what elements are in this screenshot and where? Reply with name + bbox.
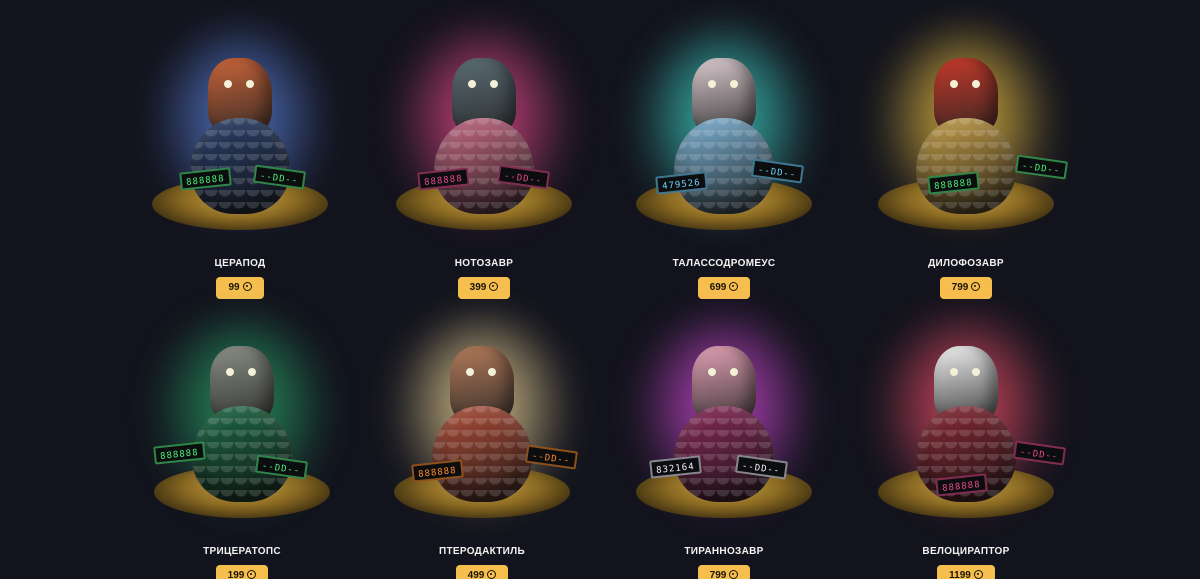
- case-card-talassodromeus[interactable]: 479526 --DD-- ТАЛАССОДРОМЕУС 699: [614, 28, 834, 299]
- dragon-egg: [916, 118, 1016, 214]
- counter-left: 888888: [927, 171, 980, 195]
- case-price-button[interactable]: 99: [216, 277, 264, 299]
- counter-left: 888888: [411, 459, 464, 483]
- price-value: 799: [709, 570, 727, 579]
- case-price-button[interactable]: 499: [455, 565, 509, 579]
- coin-icon: [247, 570, 257, 579]
- case-image: 888888 --DD--: [374, 28, 594, 248]
- case-image: 888888 --DD--: [132, 316, 352, 536]
- case-title: ТРИЦЕРАТОПС: [203, 546, 281, 557]
- coin-icon: [729, 282, 739, 291]
- dragon-egg: [432, 406, 532, 502]
- price-value: 199: [227, 570, 245, 579]
- price-value: 1199: [949, 570, 971, 579]
- case-price-button[interactable]: 699: [697, 277, 751, 299]
- case-card-dilofozavr[interactable]: 888888 --DD-- ДИЛОФОЗАВР 799: [856, 28, 1076, 299]
- counter-left: 888888: [935, 473, 988, 497]
- case-price-button[interactable]: 199: [215, 565, 269, 579]
- case-card-velociraptor[interactable]: 888888 --DD-- ВЕЛОЦИРАПТОР 1199: [856, 316, 1076, 579]
- coin-icon: [489, 282, 499, 291]
- case-price-button[interactable]: 399: [457, 277, 511, 299]
- counter-left: 888888: [417, 167, 470, 191]
- case-card-tyrannosaurus[interactable]: 832164 --DD-- ТИРАННОЗАВР 799: [614, 316, 834, 579]
- price-value: 799: [951, 282, 969, 293]
- case-price-button[interactable]: 799: [697, 565, 751, 579]
- case-image: 888888 --DD--: [856, 316, 1076, 536]
- case-image: 888888 --DD--: [130, 28, 350, 248]
- dragon-egg: [434, 118, 534, 214]
- case-title: ТИРАННОЗАВР: [684, 546, 764, 557]
- case-image: 888888 --DD--: [856, 28, 1076, 248]
- case-title: ТАЛАССОДРОМЕУС: [672, 258, 776, 269]
- price-value: 699: [709, 282, 727, 293]
- case-price-button[interactable]: 799: [939, 277, 993, 299]
- case-card-notozavr[interactable]: 888888 --DD-- НОТОЗАВР 399: [374, 28, 594, 299]
- price-value: 99: [228, 282, 240, 293]
- coin-icon: [973, 570, 983, 579]
- dragon-egg: [192, 406, 292, 502]
- case-card-triceratops[interactable]: 888888 --DD-- ТРИЦЕРАТОПС 199: [132, 316, 352, 579]
- coin-icon: [971, 282, 981, 291]
- dragon-egg: [190, 118, 290, 214]
- case-title: НОТОЗАВР: [454, 258, 514, 269]
- case-title: ВЕЛОЦИРАПТОР: [922, 546, 1010, 557]
- case-price-button[interactable]: 1199: [937, 565, 995, 579]
- counter-left: 888888: [153, 441, 206, 465]
- case-image: 832164 --DD--: [614, 316, 834, 536]
- case-title: ЦЕРАПОД: [214, 258, 266, 269]
- counter-left: 479526: [655, 171, 708, 195]
- case-title: ПТЕРОДАКТИЛЬ: [439, 546, 525, 557]
- case-image: 888888 --DD--: [372, 316, 592, 536]
- case-image: 479526 --DD--: [614, 28, 834, 248]
- dragon-egg: [674, 406, 774, 502]
- case-grid: 888888 --DD-- ЦЕРАПОД 99 888888 --DD-- Н…: [0, 0, 1200, 579]
- case-card-pterodactyl[interactable]: 888888 --DD-- ПТЕРОДАКТИЛЬ 499: [372, 316, 592, 579]
- case-title: ДИЛОФОЗАВР: [928, 258, 1004, 269]
- coin-icon: [729, 570, 739, 579]
- counter-left: 888888: [179, 167, 232, 191]
- coin-icon: [242, 282, 252, 291]
- counter-left: 832164: [649, 455, 702, 479]
- price-value: 499: [467, 570, 485, 579]
- coin-icon: [487, 570, 497, 579]
- price-value: 399: [469, 282, 487, 293]
- case-card-cerapod[interactable]: 888888 --DD-- ЦЕРАПОД 99: [130, 28, 350, 299]
